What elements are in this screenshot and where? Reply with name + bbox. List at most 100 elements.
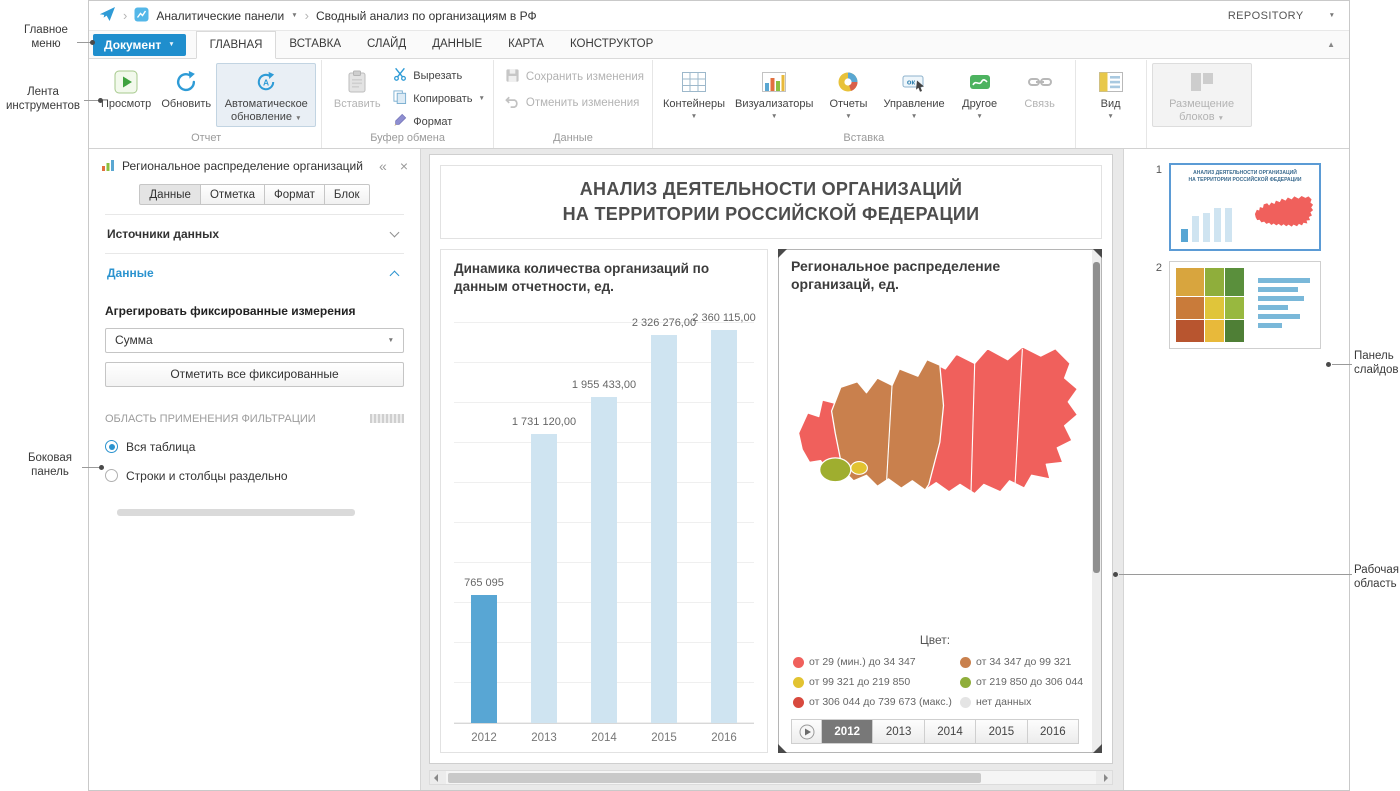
russia-map[interactable] xyxy=(791,323,1085,534)
radio-whole-table[interactable]: Вся таблица xyxy=(105,440,404,454)
main-area: Региональное распределение организаций «… xyxy=(89,149,1349,790)
legend-label: от 29 (мин.) до 34 347 xyxy=(809,656,916,668)
ribbon-tab-КОНСТРУКТОР[interactable]: КОНСТРУКТОР xyxy=(557,31,666,58)
cut-button[interactable]: Вырезать xyxy=(390,66,488,85)
aggregation-select[interactable]: Сумма ▼ xyxy=(105,328,404,353)
dashboard-title-block[interactable]: АНАЛИЗ ДЕЯТЕЛЬНОСТИ ОРГАНИЗАЦИЙ НА ТЕРРИ… xyxy=(440,165,1102,239)
year-button-2016[interactable]: 2016 xyxy=(1028,720,1078,743)
format-brush-icon xyxy=(393,113,407,130)
ribbon-tab-ГЛАВНАЯ[interactable]: ГЛАВНАЯ xyxy=(196,31,277,59)
mark-all-fixed-button[interactable]: Отметить все фиксированные xyxy=(105,362,404,387)
other-button[interactable]: Другое ▼ xyxy=(950,63,1010,127)
scroll-left-arrow[interactable] xyxy=(430,771,446,784)
mini-bar xyxy=(1225,208,1232,242)
bar-2015[interactable] xyxy=(651,335,677,723)
slide-item-2[interactable]: 2 xyxy=(1134,261,1321,349)
collapse-panel-icon[interactable]: « xyxy=(379,159,387,173)
ribbon-tab-ВСТАВКА[interactable]: ВСТАВКА xyxy=(276,31,354,58)
save-changes-label: Сохранить изменения xyxy=(526,71,644,83)
sidebar-scrollbar[interactable] xyxy=(117,509,355,516)
selection-handle-bottom-right[interactable] xyxy=(1093,744,1102,753)
layout-blocks-button[interactable]: Размещение блоков ▼ xyxy=(1152,63,1252,127)
treemap-cell xyxy=(1205,297,1224,319)
selection-handle-top-left[interactable] xyxy=(778,249,787,258)
slide-thumbnail-1[interactable]: АНАЛИЗ ДЕЯТЕЛЬНОСТИ ОРГАНИЗАЦИЙ НА ТЕРРИ… xyxy=(1169,163,1321,251)
sidebar-tab-Отметка[interactable]: Отметка xyxy=(200,184,265,205)
view-icon xyxy=(1098,68,1124,95)
home-icon[interactable] xyxy=(99,6,116,25)
collapse-ribbon-button[interactable]: ▲ xyxy=(1327,40,1335,49)
mini-bar xyxy=(1214,208,1221,242)
preview-label: Просмотр xyxy=(101,98,151,111)
year-button-2012[interactable]: 2012 xyxy=(822,720,873,743)
scrollbar-thumb[interactable] xyxy=(448,773,981,783)
containers-button[interactable]: Контейнеры ▼ xyxy=(658,63,730,127)
map-block[interactable]: Региональное распределение организацй, е… xyxy=(778,249,1102,753)
dashboard-sheet[interactable]: АНАЛИЗ ДЕЯТЕЛЬНОСТИ ОРГАНИЗАЦИЙ НА ТЕРРИ… xyxy=(429,154,1113,764)
refresh-button[interactable]: Обновить xyxy=(156,63,216,127)
bar-2012[interactable] xyxy=(471,595,497,723)
link-button[interactable]: Связь xyxy=(1010,63,1070,127)
sidebar-tab-Блок[interactable]: Блок xyxy=(324,184,370,205)
annotation-workarea: Рабочая область xyxy=(1354,564,1400,592)
sidebar-tab-Формат[interactable]: Формат xyxy=(264,184,325,205)
map-scrollbar-thumb[interactable] xyxy=(1093,262,1100,573)
dropdown-caret-icon: ▼ xyxy=(845,113,851,121)
radio-rows-cols[interactable]: Строки и столбцы раздельно xyxy=(105,469,404,483)
year-button-2015[interactable]: 2015 xyxy=(976,720,1027,743)
breadcrumb-root[interactable]: Аналитические панели xyxy=(156,9,284,23)
copy-button[interactable]: Копировать ▼ xyxy=(390,89,488,108)
close-panel-icon[interactable]: × xyxy=(400,159,408,173)
map-vertical-scrollbar[interactable] xyxy=(1092,250,1101,752)
repository-label[interactable]: REPOSITORY xyxy=(1228,10,1304,22)
slide-number: 1 xyxy=(1156,163,1162,251)
annotation-toolbar: Лента инструментов xyxy=(0,86,86,114)
bar-2014[interactable] xyxy=(591,397,617,723)
cut-label: Вырезать xyxy=(413,70,462,82)
preview-button[interactable]: Просмотр xyxy=(96,63,156,127)
map-region-south[interactable] xyxy=(820,458,851,482)
horizontal-scrollbar[interactable] xyxy=(429,770,1113,785)
ribbon-tab-КАРТА[interactable]: КАРТА xyxy=(495,31,557,58)
year-button-2013[interactable]: 2013 xyxy=(873,720,924,743)
year-button-2014[interactable]: 2014 xyxy=(925,720,976,743)
group-label-insert: Вставка xyxy=(658,131,1070,148)
auto-refresh-button[interactable]: A Автоматическое обновление ▼ xyxy=(216,63,316,127)
slide-thumbnail-2[interactable] xyxy=(1169,261,1321,349)
selection-handle-top-right[interactable] xyxy=(1093,249,1102,258)
selection-handle-bottom-left[interactable] xyxy=(778,744,787,753)
section-data[interactable]: Данные xyxy=(105,253,404,292)
controls-button[interactable]: ок Управление ▼ xyxy=(878,63,949,127)
bar-2016[interactable] xyxy=(711,330,737,723)
repository-caret-icon[interactable]: ▼ xyxy=(1329,12,1335,19)
ribbon-tab-СЛАЙД[interactable]: СЛАЙД xyxy=(354,31,419,58)
legend-label: от 34 347 до 99 321 xyxy=(976,656,1071,668)
copy-icon xyxy=(393,90,407,107)
treemap-cell xyxy=(1225,297,1244,319)
section-data-sources[interactable]: Источники данных xyxy=(105,214,404,253)
breadcrumb-current[interactable]: Сводный анализ по организациям в РФ xyxy=(316,9,537,23)
format-button[interactable]: Формат xyxy=(390,112,488,131)
play-button[interactable] xyxy=(792,720,822,743)
document-menu-button[interactable]: Документ ▼ xyxy=(93,34,186,56)
resize-grip[interactable] xyxy=(370,414,404,423)
paste-button[interactable]: Вставить xyxy=(327,63,387,127)
breadcrumb-caret-icon[interactable]: ▼ xyxy=(291,12,297,19)
ribbon-tab-ДАННЫЕ[interactable]: ДАННЫЕ xyxy=(419,31,495,58)
save-changes-button[interactable]: Сохранить изменения xyxy=(502,66,647,88)
view-button[interactable]: Вид ▼ xyxy=(1081,63,1141,127)
scrollbar-track[interactable] xyxy=(446,771,1096,784)
undo-changes-button[interactable]: Отменить изменения xyxy=(502,92,647,114)
slide-item-1[interactable]: 1 АНАЛИЗ ДЕЯТЕЛЬНОСТИ ОРГАНИЗАЦИЙ НА ТЕР… xyxy=(1134,163,1321,251)
sidebar-tab-Данные[interactable]: Данные xyxy=(139,184,201,205)
visualizers-label: Визуализаторы xyxy=(735,98,813,111)
visualizers-button[interactable]: Визуализаторы ▼ xyxy=(730,63,818,127)
x-axis-label: 2014 xyxy=(574,732,634,744)
group-label-clipboard: Буфер обмена xyxy=(327,131,488,148)
x-axis-label: 2013 xyxy=(514,732,574,744)
map-region-south-small[interactable] xyxy=(851,462,868,475)
reports-button[interactable]: Отчеты ▼ xyxy=(818,63,878,127)
scroll-right-arrow[interactable] xyxy=(1096,771,1112,784)
bar-chart-block[interactable]: Динамика количества организаций по данны… xyxy=(440,249,768,753)
bar-2013[interactable] xyxy=(531,434,557,723)
